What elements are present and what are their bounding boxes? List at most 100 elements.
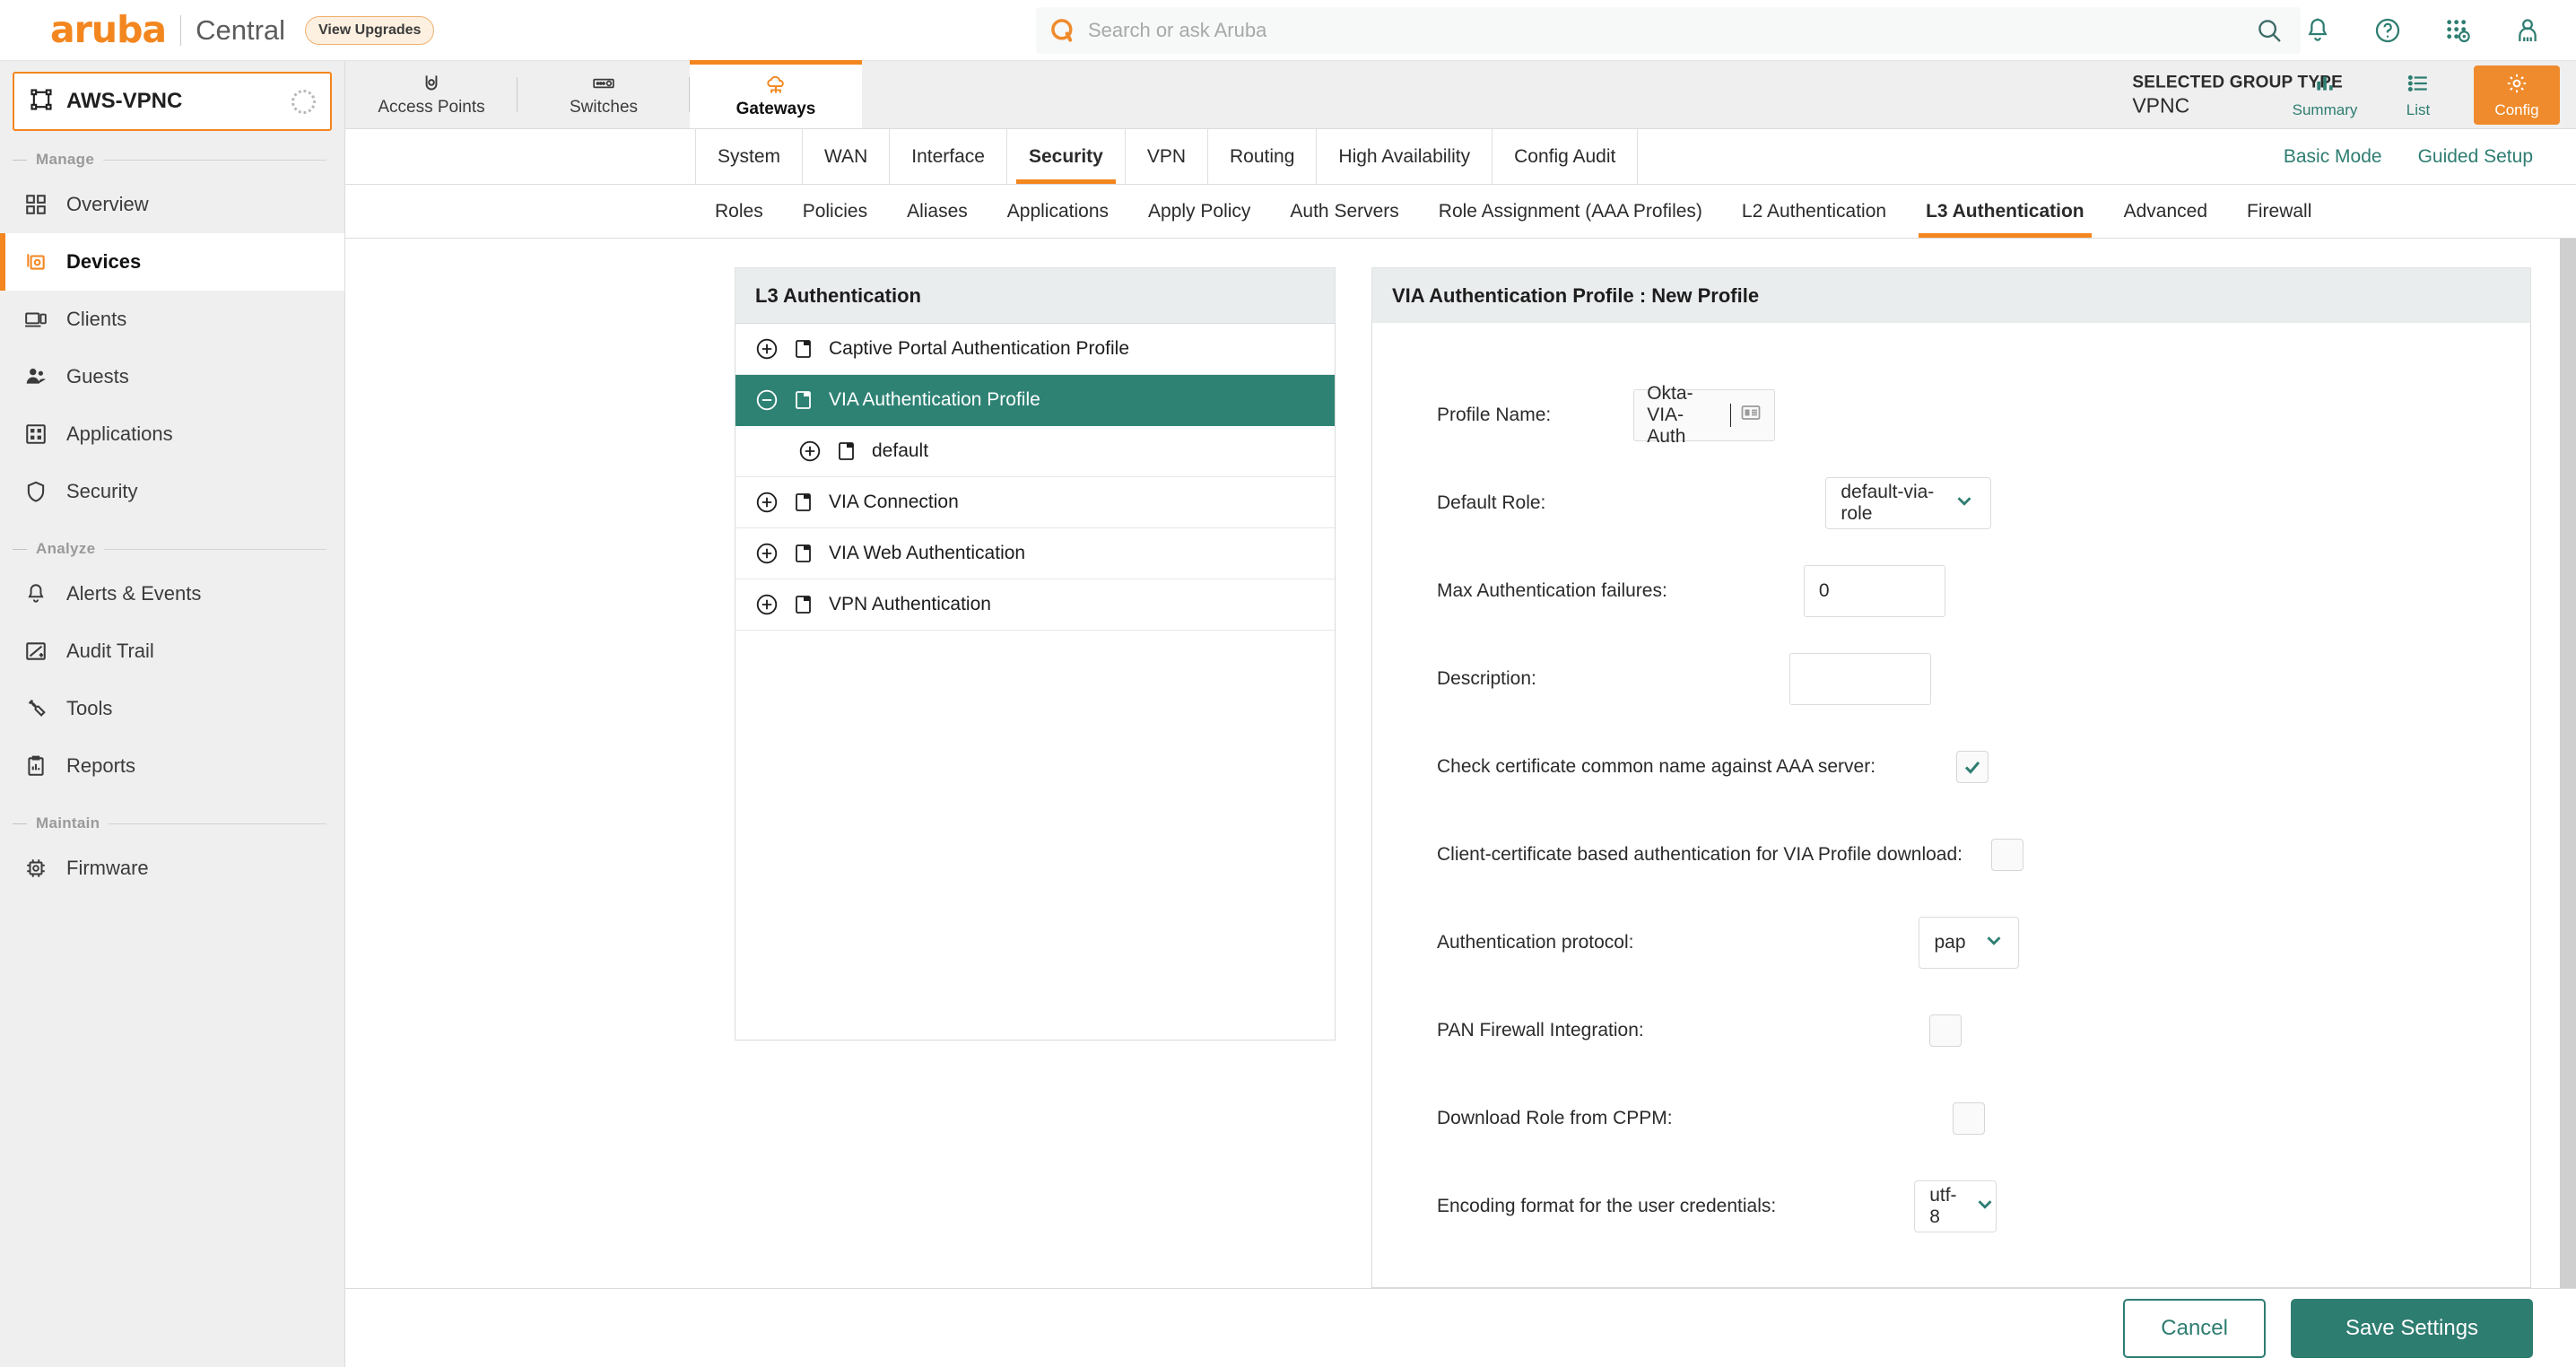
tab-apply-policy[interactable]: Apply Policy [1128,185,1270,238]
sidebar-item-alerts-events[interactable]: Alerts & Events [0,565,344,623]
search-submit-icon[interactable] [2256,17,2283,44]
client-certificate-auth-checkbox[interactable] [1991,839,2023,871]
id-card-icon[interactable] [1740,402,1762,429]
sidebar-item-security[interactable]: Security [0,463,344,520]
guided-setup-link[interactable]: Guided Setup [2418,146,2533,168]
tab-firewall[interactable]: Firewall [2227,185,2331,238]
tab-l2-authentication[interactable]: L2 Authentication [1722,185,1906,238]
tree-row-via-authentication-profile[interactable]: VIA Authentication Profile [735,375,1335,426]
expand-plus-icon[interactable] [755,491,779,514]
tab-switches[interactable]: Switches [518,61,690,128]
sidebar-item-overview[interactable]: Overview [0,176,344,233]
default-role-value: default-via-role [1841,482,1936,525]
save-settings-button[interactable]: Save Settings [2291,1299,2533,1358]
tab-roles[interactable]: Roles [695,185,783,238]
mode-links: Basic Mode Guided Setup [2284,129,2533,185]
tab-security[interactable]: Security [1007,129,1126,184]
sidebar-item-guests[interactable]: Guests [0,348,344,405]
tab-applications[interactable]: Applications [988,185,1128,238]
group-selector[interactable]: AWS-VPNC [13,72,332,131]
search-input[interactable] [1088,19,2243,42]
profile-icon [793,388,814,412]
sidebar-item-applications[interactable]: Applications [0,405,344,463]
field-row-description: Description: [1372,635,2530,723]
sidebar-item-clients[interactable]: Clients [0,291,344,348]
field-row-check-certificate-cn: Check certificate common name against AA… [1372,723,2530,811]
basic-mode-link[interactable]: Basic Mode [2284,146,2382,168]
apps-grid-icon[interactable] [2443,16,2472,45]
tab-label: Routing [1230,146,1294,168]
max-auth-failures-input[interactable]: 0 [1804,565,1945,617]
expand-plus-icon[interactable] [798,440,822,463]
field-row-authentication-protocol: Authentication protocol: pap [1372,899,2530,987]
tree-row-captive-portal[interactable]: Captive Portal Authentication Profile [735,324,1335,375]
tab-vpn[interactable]: VPN [1126,129,1208,184]
loading-spinner-icon [292,90,316,114]
sidebar-item-label: Firmware [66,857,149,880]
tree-row-via-web-authentication[interactable]: VIA Web Authentication [735,528,1335,579]
tab-wan[interactable]: WAN [803,129,890,184]
pan-firewall-integration-checkbox[interactable] [1929,1014,1962,1047]
bell-icon[interactable] [2303,16,2332,45]
field-label: Client-certificate based authentication … [1437,844,1962,866]
tab-policies[interactable]: Policies [783,185,887,238]
authentication-protocol-select[interactable]: pap [1919,917,2019,969]
profile-name-input[interactable]: Okta-VIA-Auth [1633,389,1775,441]
collapse-minus-icon[interactable] [755,388,779,412]
tree-row-vpn-authentication[interactable]: VPN Authentication [735,579,1335,631]
sidebar-item-label: Applications [66,422,173,446]
sidebar-item-devices[interactable]: Devices [0,233,344,291]
gear-icon [2505,72,2528,100]
main-area: Access Points Switches Gateways SELECTED… [345,61,2576,1367]
tab-role-assignment[interactable]: Role Assignment (AAA Profiles) [1419,185,1722,238]
tab-advanced[interactable]: Advanced [2104,185,2227,238]
view-upgrades-button[interactable]: View Upgrades [305,16,434,45]
sidebar-item-label: Clients [66,308,126,331]
sidebar-item-tools[interactable]: Tools [0,680,344,737]
expand-plus-icon[interactable] [755,337,779,361]
view-mode-list[interactable]: List [2371,61,2465,129]
tree-row-default[interactable]: default [735,426,1335,477]
tree-row-via-connection[interactable]: VIA Connection [735,477,1335,528]
description-input[interactable] [1789,653,1931,705]
field-row-download-role-cppm: Download Role from CPPM: [1372,1075,2530,1162]
aruba-logo-text: aruba [50,12,166,48]
audit-icon [23,639,48,664]
scrollbar-track[interactable] [2560,239,2576,1288]
sidebar-item-reports[interactable]: Reports [0,737,344,795]
sidebar-item-audit-trail[interactable]: Audit Trail [0,623,344,680]
global-search-bar[interactable] [1036,7,2301,54]
apps-icon [23,422,48,447]
tab-interface[interactable]: Interface [890,129,1007,184]
tab-config-audit[interactable]: Config Audit [1493,129,1638,184]
download-role-cppm-checkbox[interactable] [1953,1102,1985,1135]
sidebar-item-label: Alerts & Events [66,582,201,605]
encoding-format-select[interactable]: utf-8 [1914,1180,1997,1232]
field-row-pan-firewall-integration: PAN Firewall Integration: [1372,987,2530,1075]
expand-plus-icon[interactable] [755,542,779,565]
tab-l3-authentication[interactable]: L3 Authentication [1906,185,2104,238]
tab-aliases[interactable]: Aliases [887,185,988,238]
tab-access-points[interactable]: Access Points [345,61,518,128]
help-icon[interactable] [2373,16,2402,45]
sidebar-item-firmware[interactable]: Firmware [0,840,344,897]
section-rule [109,823,326,824]
section-dash [13,549,27,550]
user-profile-icon[interactable] [2513,16,2542,45]
default-role-select[interactable]: default-via-role [1825,477,1991,529]
content-scrollbar[interactable] [2560,239,2576,1288]
view-mode-config[interactable]: Config [2474,65,2560,125]
expand-plus-icon[interactable] [755,593,779,616]
form-action-bar: Cancel Save Settings [345,1288,2576,1367]
check-certificate-cn-checkbox[interactable] [1956,751,1989,783]
cancel-button[interactable]: Cancel [2123,1299,2266,1358]
tab-system[interactable]: System [695,129,803,184]
tree-row-label: Captive Portal Authentication Profile [829,338,1129,360]
profile-icon [793,491,814,514]
field-row-client-certificate-auth: Client-certificate based authentication … [1372,811,2530,899]
tab-routing[interactable]: Routing [1208,129,1317,184]
tab-high-availability[interactable]: High Availability [1317,129,1493,184]
tab-gateways[interactable]: Gateways [690,60,862,128]
view-mode-summary[interactable]: Summary [2278,61,2371,129]
tab-auth-servers[interactable]: Auth Servers [1270,185,1418,238]
